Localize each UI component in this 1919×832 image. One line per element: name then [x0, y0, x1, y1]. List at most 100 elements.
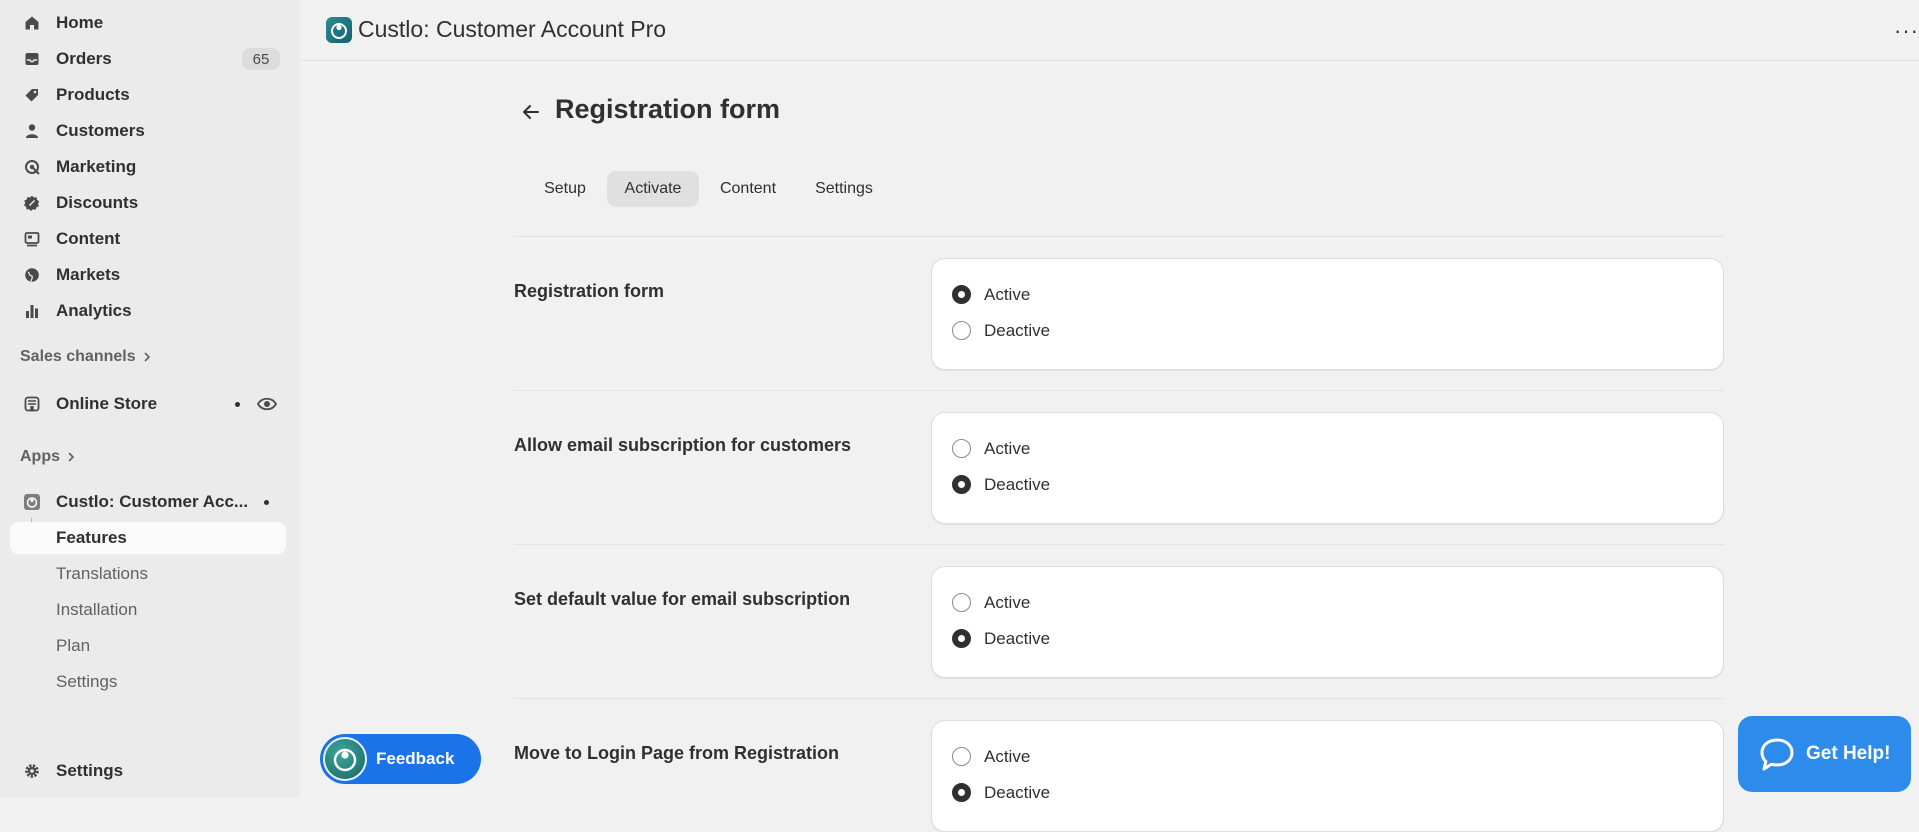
- inbox-icon: [25, 53, 39, 65]
- sidebar-item-content[interactable]: Content: [10, 223, 286, 255]
- tab-settings[interactable]: Settings: [804, 171, 884, 207]
- sidebar: Home Orders 65 Products Customers Market…: [0, 0, 300, 798]
- radio-label-deactive: Deactive: [984, 475, 1051, 494]
- person-icon: [26, 124, 38, 138]
- radio-deactive[interactable]: [952, 783, 971, 802]
- divider: [514, 698, 1724, 699]
- more-actions-button[interactable]: ···: [1894, 18, 1919, 44]
- tag-icon: [25, 89, 38, 102]
- sidebar-item-marketing[interactable]: Marketing: [10, 151, 286, 183]
- sidebar-subitem-label: Translations: [56, 564, 148, 583]
- divider: [514, 236, 1724, 237]
- status-dot: [264, 500, 269, 505]
- get-help-label: Get Help!: [1806, 743, 1891, 764]
- radio-label-active: Active: [984, 747, 1031, 766]
- radio-active[interactable]: [952, 439, 971, 458]
- app-logo-icon: [24, 494, 40, 510]
- target-icon: [25, 160, 40, 175]
- row-label-registration-form: Registration form: [514, 281, 665, 301]
- sidebar-item-label: Customers: [56, 121, 145, 140]
- status-dot: [235, 402, 240, 407]
- tab-setup[interactable]: Setup: [532, 171, 598, 207]
- radio-label-deactive: Deactive: [984, 629, 1051, 648]
- sidebar-item-label: Marketing: [56, 157, 137, 176]
- sidebar-subitem-label: Settings: [56, 672, 118, 691]
- sidebar-item-online-store[interactable]: Online Store: [10, 388, 286, 420]
- home-icon: [25, 16, 39, 30]
- sidebar-subitem-label: Plan: [56, 636, 91, 655]
- app-header: Custlo: Customer Account Pro ···: [300, 0, 1919, 61]
- sidebar-item-label: Content: [56, 229, 121, 248]
- sidebar-subitem-label: Features: [56, 528, 127, 547]
- orders-count-badge: 65: [242, 48, 280, 70]
- custlo-logo-icon: [333, 748, 357, 772]
- custlo-logo-icon: [331, 23, 347, 39]
- sales-channels-heading[interactable]: Sales channels: [20, 348, 152, 366]
- feedback-avatar: [323, 737, 367, 781]
- radio-label-deactive: Deactive: [984, 321, 1051, 340]
- sidebar-item-settings[interactable]: Settings: [10, 755, 286, 787]
- arrow-left-icon: [523, 105, 539, 119]
- radio-active[interactable]: [952, 593, 971, 612]
- sidebar-item-label: Products: [56, 85, 130, 104]
- eye-icon[interactable]: [256, 394, 278, 414]
- sidebar-item-label: Orders: [56, 49, 112, 68]
- sidebar-item-products[interactable]: Products: [10, 79, 286, 111]
- get-help-button[interactable]: Get Help!: [1738, 716, 1911, 792]
- radio-active[interactable]: [952, 285, 971, 304]
- apps-heading[interactable]: Apps: [20, 448, 76, 466]
- sidebar-item-label: Discounts: [56, 193, 139, 212]
- page-title: Registration form: [555, 94, 781, 124]
- chevron-right-icon: [68, 452, 75, 462]
- tab-activate[interactable]: Activate: [607, 171, 699, 207]
- gear-icon: [25, 764, 39, 778]
- radio-group-registration-form: Active Deactive: [931, 258, 1724, 370]
- radio-group-default-email-subscription: Active Deactive: [931, 566, 1724, 678]
- radio-deactive[interactable]: [952, 475, 971, 494]
- globe-icon: [25, 268, 39, 282]
- store-icon: [24, 396, 40, 412]
- sidebar-item-label: Custlo: Customer Acc...: [56, 492, 249, 511]
- radio-label-active: Active: [984, 593, 1031, 612]
- apps-label: Apps: [20, 448, 60, 465]
- app-logo: [326, 17, 352, 43]
- tab-content[interactable]: Content: [708, 171, 788, 207]
- row-label-email-subscription: Allow email subscription for customers: [514, 435, 852, 455]
- sidebar-item-label: Analytics: [56, 301, 132, 320]
- row-label-default-email-subscription: Set default value for email subscription: [514, 589, 851, 609]
- radio-group-move-to-login: Active Deactive: [931, 720, 1724, 832]
- sidebar-item-label: Online Store: [56, 394, 158, 413]
- sidebar-subitem-installation[interactable]: Installation: [10, 594, 286, 626]
- sidebar-item-label: Settings: [56, 761, 124, 780]
- sidebar-subitem-features[interactable]: Features: [10, 522, 286, 554]
- sidebar-subitem-plan[interactable]: Plan: [10, 630, 286, 662]
- radio-deactive[interactable]: [952, 321, 971, 340]
- chevron-right-icon: [144, 352, 150, 362]
- app-title: Custlo: Customer Account Pro: [358, 16, 667, 42]
- sidebar-subitem-settings[interactable]: Settings: [10, 666, 286, 698]
- sidebar-item-home[interactable]: Home: [10, 7, 286, 39]
- sidebar-subitem-translations[interactable]: Translations: [10, 558, 286, 590]
- feedback-label: Feedback: [376, 749, 455, 768]
- feedback-button[interactable]: Feedback: [320, 734, 481, 784]
- radio-deactive[interactable]: [952, 629, 971, 648]
- back-button[interactable]: [516, 97, 546, 127]
- chat-bubble-icon: [1760, 738, 1794, 771]
- radio-label-deactive: Deactive: [984, 783, 1051, 802]
- sidebar-item-custlo-app[interactable]: Custlo: Customer Acc...: [10, 486, 286, 518]
- sidebar-item-orders[interactable]: Orders 65: [10, 43, 286, 75]
- radio-group-email-subscription: Active Deactive: [931, 412, 1724, 524]
- sidebar-item-label: Home: [56, 13, 104, 32]
- sidebar-item-customers[interactable]: Customers: [10, 115, 286, 147]
- divider: [514, 390, 1724, 391]
- sidebar-item-discounts[interactable]: Discounts: [10, 187, 286, 219]
- sidebar-item-markets[interactable]: Markets: [10, 259, 286, 291]
- sidebar-item-analytics[interactable]: Analytics: [10, 295, 286, 327]
- discount-icon: [24, 195, 40, 211]
- radio-active[interactable]: [952, 747, 971, 766]
- content-icon: [24, 232, 40, 247]
- sales-channels-label: Sales channels: [20, 348, 136, 365]
- sidebar-item-label: Markets: [56, 265, 121, 284]
- bar-chart-icon: [26, 305, 38, 318]
- radio-label-active: Active: [984, 439, 1031, 458]
